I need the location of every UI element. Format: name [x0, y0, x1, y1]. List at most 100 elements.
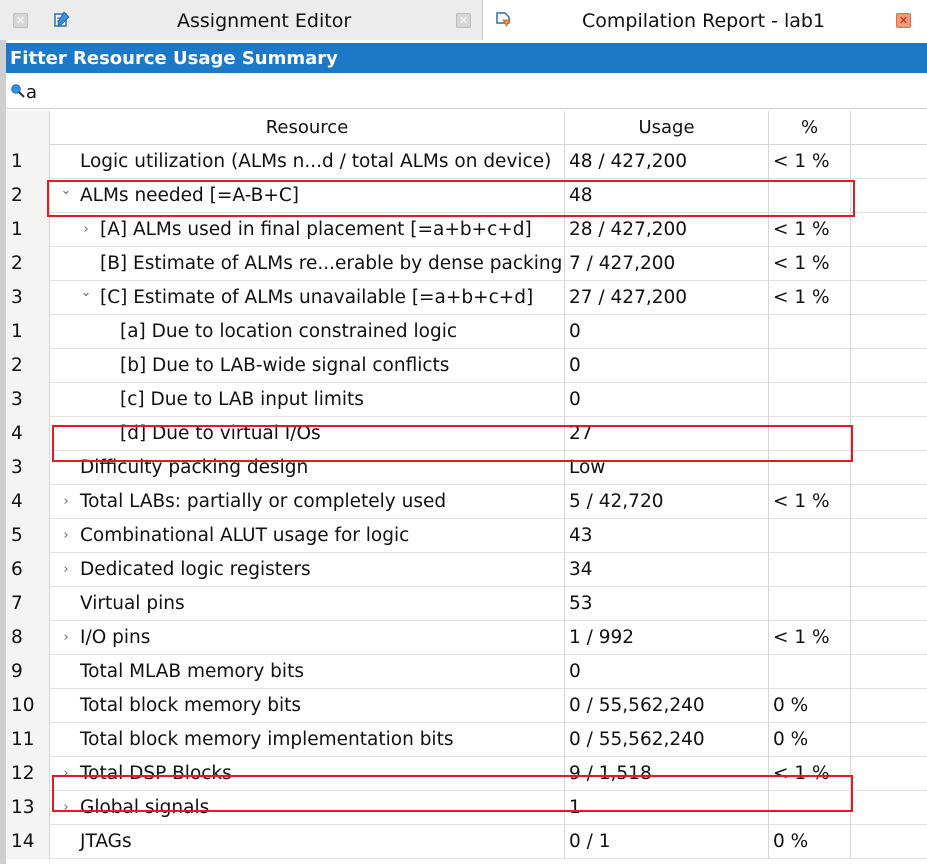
resource-table: Resource Usage % 1 Logic utilization (ALM… [6, 111, 927, 859]
column-header-percent[interactable]: % [769, 111, 851, 145]
resource-label: Combinational ALUT usage for logic [80, 525, 410, 546]
resource-cell: › [A] ALMs used in final placement [=a+b+… [50, 213, 565, 247]
percent-cell [769, 655, 851, 689]
table-row[interactable]: 3 Difficulty packing design Low [6, 451, 927, 485]
table-row[interactable]: 7 Virtual pins 53 [6, 587, 927, 621]
assignment-editor-icon [54, 11, 70, 27]
resource-cell: [d] Due to virtual I/Os [50, 417, 565, 451]
table-row[interactable]: 12 › Total DSP Blocks 9 / 1,518 < 1 % [6, 757, 927, 791]
table-row[interactable]: 1 [a] Due to location constrained logic 0 [6, 315, 927, 349]
resource-cell: Total block memory bits [50, 689, 565, 723]
table-row[interactable]: 10 Total block memory bits 0 / 55,562,240 0… [6, 689, 927, 723]
table-row[interactable]: 13 › Global signals 1 [6, 791, 927, 825]
table-row[interactable]: 2 [B] Estimate of ALMs re...erable by den… [6, 247, 927, 281]
chevron-right-icon[interactable]: › [60, 791, 72, 825]
resource-label: [d] Due to virtual I/Os [120, 423, 321, 444]
filter-input[interactable] [26, 79, 906, 105]
column-header-resource[interactable]: Resource [50, 111, 565, 145]
table-row[interactable]: 5 › Combinational ALUT usage for logic 43 [6, 519, 927, 553]
resource-cell: Difficulty packing design [50, 451, 565, 485]
chevron-right-icon[interactable]: › [80, 213, 92, 247]
resource-cell: ⌄ ALMs needed [=A-B+C] [50, 179, 565, 213]
table-row[interactable]: 2 [b] Due to LAB-wide signal conflicts 0 [6, 349, 927, 383]
resource-cell: › Global signals [50, 791, 565, 825]
table-row[interactable]: 8 › I/O pins 1 / 992 < 1 % [6, 621, 927, 655]
row-number: 9 [6, 655, 50, 689]
resource-cell: Virtual pins [50, 587, 565, 621]
tab-compilation-report[interactable]: Compilation Report - lab1 ✕ [483, 0, 927, 40]
resource-cell: [b] Due to LAB-wide signal conflicts [50, 349, 565, 383]
percent-cell [769, 349, 851, 383]
usage-cell: 34 [565, 553, 769, 587]
usage-cell: 0 [565, 383, 769, 417]
resource-label: Total MLAB memory bits [80, 661, 304, 682]
column-header-usage[interactable]: Usage [565, 111, 769, 145]
usage-cell: 0 / 55,562,240 [565, 723, 769, 757]
usage-cell: 48 [565, 179, 769, 213]
row-number: 6 [6, 553, 50, 587]
resource-label: [B] Estimate of ALMs re...erable by dens… [100, 253, 563, 274]
table-row[interactable]: 3 [c] Due to LAB input limits 0 [6, 383, 927, 417]
resource-cell: ⌄ [C] Estimate of ALMs unavailable [=a+b+… [50, 281, 565, 315]
table-row[interactable]: 1 Logic utilization (ALMs n...d / total A… [6, 145, 927, 179]
row-number: 4 [6, 485, 50, 519]
percent-cell: 0 % [769, 723, 851, 757]
chevron-down-icon[interactable]: ⌄ [60, 179, 72, 213]
percent-cell: < 1 % [769, 621, 851, 655]
row-number: 2 [6, 349, 50, 383]
report-panel: Fitter Resource Usage Summary Resource U… [0, 40, 927, 864]
usage-cell: 0 [565, 349, 769, 383]
usage-cell: 27 / 427,200 [565, 281, 769, 315]
chevron-right-icon[interactable]: › [60, 621, 72, 655]
chevron-down-icon[interactable]: ⌄ [80, 281, 92, 315]
resource-label: ALMs needed [=A-B+C] [80, 185, 299, 206]
resource-label: Logic utilization (ALMs n...d / total AL… [80, 151, 552, 172]
resource-label: [a] Due to location constrained logic [120, 321, 458, 342]
panel-title-bar: Fitter Resource Usage Summary [6, 43, 927, 73]
row-number: 2 [6, 247, 50, 281]
resource-cell: › Total DSP Blocks [50, 757, 565, 791]
table-row[interactable]: 6 › Dedicated logic registers 34 [6, 553, 927, 587]
table-row[interactable]: 2 ⌄ ALMs needed [=A-B+C] 48 [6, 179, 927, 213]
resource-label: Total LABs: partially or completely used [80, 491, 447, 512]
usage-cell: Low [565, 451, 769, 485]
resource-label: [b] Due to LAB-wide signal conflicts [120, 355, 450, 376]
resource-cell: JTAGs [50, 825, 565, 859]
chevron-right-icon[interactable]: › [60, 485, 72, 519]
percent-cell: < 1 % [769, 145, 851, 179]
chevron-right-icon[interactable]: › [60, 553, 72, 587]
row-number: 4 [6, 417, 50, 451]
usage-cell: 0 [565, 315, 769, 349]
percent-cell: < 1 % [769, 247, 851, 281]
close-icon[interactable]: ✕ [456, 13, 471, 28]
resource-cell: [c] Due to LAB input limits [50, 383, 565, 417]
column-header-number[interactable] [6, 111, 50, 145]
close-icon[interactable]: ✕ [896, 13, 911, 28]
resource-label: Difficulty packing design [80, 457, 309, 478]
resource-cell: › Dedicated logic registers [50, 553, 565, 587]
chevron-right-icon[interactable]: › [60, 757, 72, 791]
table-header: Resource Usage % [6, 111, 927, 145]
tab-assignment-editor[interactable]: ✕ Assignment Editor ✕ [0, 0, 483, 40]
compilation-report-icon [496, 12, 511, 27]
table-row[interactable]: 14 JTAGs 0 / 10 % [6, 825, 927, 859]
resource-cell: Total block memory implementation bits [50, 723, 565, 757]
document-tab-bar: ✕ Assignment Editor ✕ Compilation Report… [0, 0, 927, 40]
close-icon[interactable]: ✕ [13, 13, 28, 28]
table-row[interactable]: 3 ⌄ [C] Estimate of ALMs unavailable [=a+b… [6, 281, 927, 315]
table-row[interactable]: 11 Total block memory implementation bits… [6, 723, 927, 757]
percent-cell [769, 451, 851, 485]
percent-cell: 0 % [769, 689, 851, 723]
resource-label: Total block memory bits [80, 695, 302, 716]
table-row[interactable]: 1 › [A] ALMs used in final placement [=a+b… [6, 213, 927, 247]
row-number: 14 [6, 825, 50, 859]
percent-cell [769, 791, 851, 825]
table-row[interactable]: 9 Total MLAB memory bits 0 [6, 655, 927, 689]
resource-label: Total block memory implementation bits [80, 729, 454, 750]
resource-label: I/O pins [80, 627, 151, 648]
table-row[interactable]: 4 › Total LABs: partially or completely us… [6, 485, 927, 519]
row-number: 3 [6, 451, 50, 485]
table-row[interactable]: 4 [d] Due to virtual I/Os 27 [6, 417, 927, 451]
row-number: 12 [6, 757, 50, 791]
chevron-right-icon[interactable]: › [60, 519, 72, 553]
